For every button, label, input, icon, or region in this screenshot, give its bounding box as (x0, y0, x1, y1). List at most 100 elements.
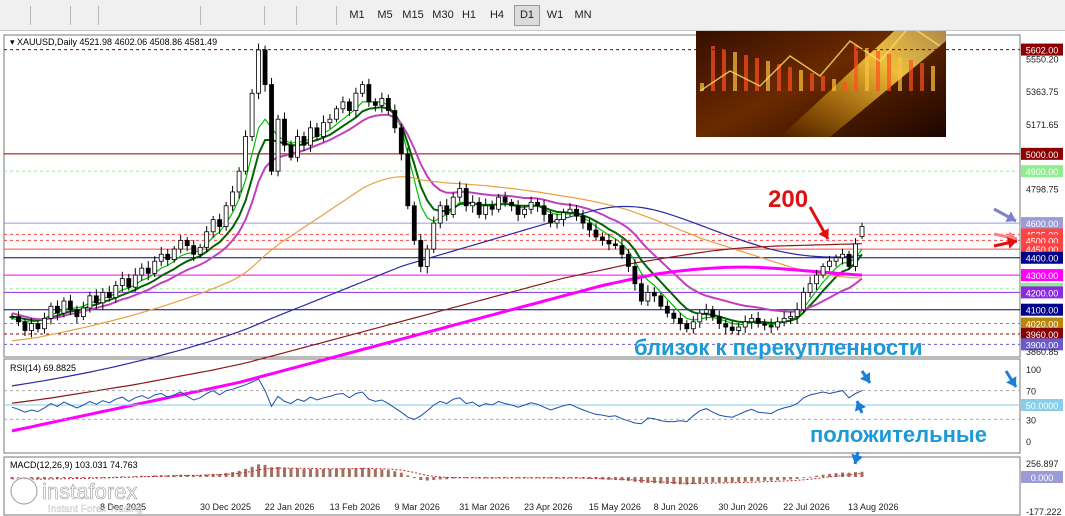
candle (359, 81, 365, 97)
candle (301, 131, 307, 151)
macd-bar (334, 468, 338, 477)
candle (768, 318, 774, 334)
chart-area: 5602.005000.004900.004600.004535.004500.… (3, 31, 1063, 516)
macd-bar (769, 477, 773, 481)
toolbar-separator (30, 6, 31, 25)
macd-bar (808, 476, 812, 478)
level-tag: 3960.00 (1021, 327, 1063, 340)
candle (684, 320, 690, 333)
timeframe-m30[interactable]: M30 (428, 5, 458, 26)
arrow-4600-icon (993, 207, 1017, 223)
annotation-positive: положительные (810, 422, 987, 447)
toolbar-separator (336, 6, 337, 25)
candle (853, 238, 858, 272)
timeframe-m1[interactable]: M1 (344, 5, 370, 26)
macd-bar (815, 475, 819, 477)
macd-bar (659, 477, 663, 484)
candle (353, 87, 359, 118)
candle (158, 247, 164, 267)
macd-bar (308, 468, 312, 477)
candle (282, 112, 287, 152)
price-tick-label: 5363.75 (1026, 87, 1059, 97)
channel-icon[interactable] (166, 5, 190, 26)
toolbar-separator (98, 6, 99, 25)
candle (840, 248, 845, 265)
timeframe-d1[interactable]: D1 (514, 5, 540, 26)
toolbar: M1 M5 M15 M30 H1 H4 D1 W1 MN (0, 0, 1065, 31)
candle (801, 287, 807, 314)
macd-bar (68, 477, 72, 479)
macd-tick-label: 0.000 (1031, 473, 1054, 483)
timeframe-mn[interactable]: MN (570, 5, 596, 26)
level-tag: 4020.00 (1021, 317, 1063, 330)
candle (178, 235, 184, 254)
crosshair-icon[interactable] (40, 5, 64, 26)
macd-bar (711, 477, 715, 483)
candle (314, 122, 320, 141)
level-tag-text: 4200.00 (1026, 288, 1059, 298)
macd-signal-line (11, 467, 863, 484)
timeframe-m15[interactable]: M15 (398, 5, 428, 26)
timeframe-w1[interactable]: W1 (542, 5, 568, 26)
macd-bar (380, 469, 384, 477)
macd-bar (315, 469, 319, 477)
text-label-icon[interactable] (248, 5, 272, 26)
macd-bar (789, 477, 793, 480)
candle (794, 302, 800, 324)
vertical-line-icon[interactable] (80, 5, 104, 26)
candle (535, 198, 540, 212)
shapes-menu-icon[interactable] (306, 5, 330, 26)
timeframe-m5[interactable]: M5 (372, 5, 398, 26)
candle (230, 185, 236, 212)
arrow-rsi-right-icon (1004, 370, 1018, 388)
macd-bar (367, 468, 371, 477)
macd-bar (756, 477, 760, 481)
candle (275, 114, 281, 177)
macd-bar (88, 477, 92, 478)
macd-bar (328, 469, 332, 477)
candle (444, 199, 450, 221)
macd-tick-label: 256.897 (1026, 459, 1059, 469)
date-label: 30 Jun 2026 (718, 502, 768, 512)
date-label: 13 Feb 2026 (330, 502, 381, 512)
price-tick-label: 5550.20 (1026, 55, 1059, 65)
candle (658, 292, 664, 310)
date-label: 9 Mar 2026 (394, 502, 440, 512)
level-tag: 4900.00 (1021, 165, 1063, 178)
candle (80, 301, 86, 321)
text-icon[interactable] (216, 5, 240, 26)
candle (671, 309, 677, 324)
macd-bar (393, 471, 397, 477)
level-tag-text: 4600.00 (1026, 219, 1059, 229)
horizontal-line-icon[interactable] (110, 5, 134, 26)
timeframe-h1[interactable]: H1 (456, 5, 482, 26)
macd-bar (360, 467, 364, 477)
macd-bar (341, 468, 345, 477)
timeframe-h4[interactable]: H4 (484, 5, 510, 26)
macd-zero-tag: 0.000 (1021, 471, 1063, 483)
candle (463, 183, 469, 212)
candle (269, 77, 274, 176)
candle (139, 263, 145, 281)
rsi-level-tag: 50.0000 (1021, 399, 1063, 411)
macd-bar (354, 468, 358, 477)
candle (697, 309, 703, 328)
macd-bar (283, 467, 287, 477)
macd-bar (717, 477, 721, 483)
candle (716, 310, 722, 329)
rectangle-icon[interactable] (274, 5, 298, 26)
macd-bar (224, 473, 228, 477)
date-label: 22 Jan 2026 (265, 502, 315, 512)
macd-bar (81, 477, 85, 479)
candle (755, 311, 761, 328)
trendline-icon[interactable] (138, 5, 162, 26)
candle (541, 199, 547, 222)
candle (600, 232, 605, 246)
macd-bar (763, 477, 767, 481)
candle (431, 216, 437, 254)
cursor-icon[interactable] (8, 5, 32, 26)
candle (249, 89, 255, 142)
candle (470, 195, 476, 213)
macd-bar (432, 477, 436, 481)
candle (528, 196, 534, 215)
